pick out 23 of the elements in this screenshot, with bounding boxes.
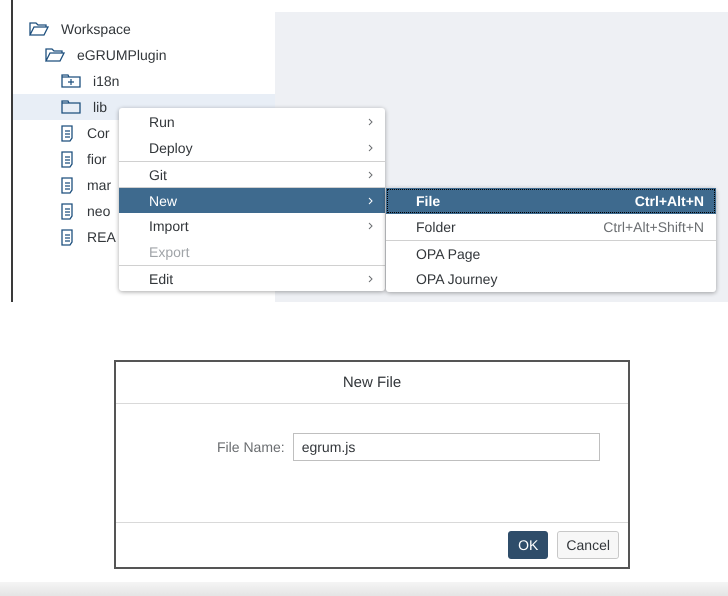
menu-item-label: OPA Journey (416, 271, 498, 287)
tree-item-label: neo (87, 203, 110, 219)
field-label: File Name: (217, 438, 285, 457)
shortcut-text: Ctrl+Alt+Shift+N (603, 219, 704, 235)
menu-item-label: New (149, 192, 178, 208)
tree-item-label: Workspace (61, 21, 131, 37)
menu-item-label: Export (149, 244, 190, 260)
menu-item-label: OPA Page (416, 246, 480, 262)
menu-item-label: Deploy (149, 140, 193, 156)
tree-item-label: lib (93, 99, 108, 115)
menu-item-label: Folder (416, 219, 456, 235)
menu-item-label: Import (149, 218, 189, 234)
menu-item-label: Edit (149, 270, 174, 286)
tree-item-label: mar (87, 177, 112, 193)
menu-item-label: Git (149, 166, 167, 182)
menu-item-label: File (416, 193, 440, 209)
tree-item-label: Cor (87, 125, 110, 141)
dialog-title: New File (116, 362, 628, 404)
tree-item-label: eGRUMPlugin (77, 47, 166, 63)
tree-item-label: REA (87, 229, 116, 245)
tree-item-label: i18n (93, 73, 120, 89)
tree-item-label: fior (87, 151, 106, 167)
shortcut-text: Ctrl+Alt+N (634, 193, 704, 209)
